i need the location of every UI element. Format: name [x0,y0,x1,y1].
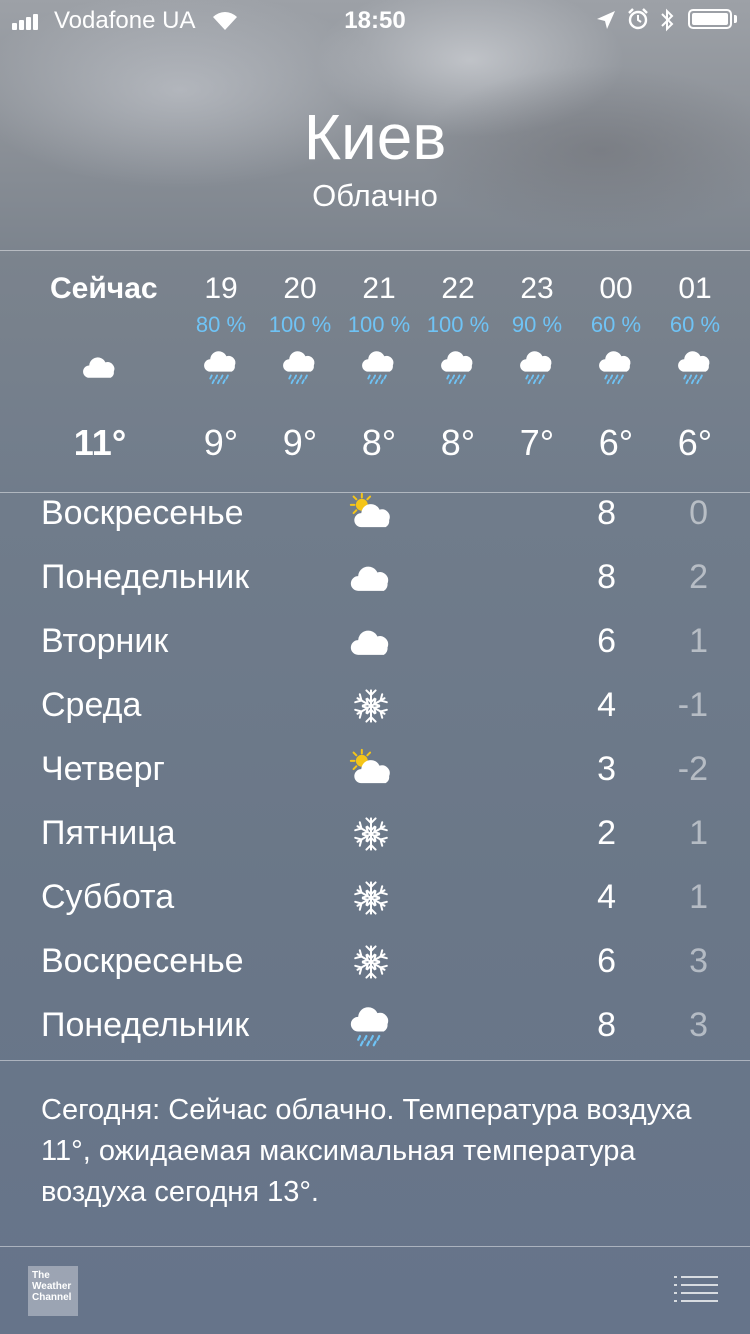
partly-sunny-icon [345,492,397,536]
battery-level [692,13,728,25]
rain-cloud-icon [517,347,557,387]
cloud-icon [80,347,120,387]
day-row: Четверг 3 -2 [0,738,750,802]
cloud-icon [345,556,397,600]
day-high-temp: 4 [597,686,616,724]
battery-tip [734,15,737,23]
day-low-temp: -2 [677,750,708,788]
day-high-temp: 6 [597,942,616,980]
day-row: Вторник 6 1 [0,610,750,674]
day-high-temp: 3 [597,750,616,788]
day-name: Вторник [41,622,169,660]
day-high-temp: 8 [597,1006,616,1044]
snowflake-icon [345,876,397,920]
partly-sunny-icon [345,748,397,792]
day-low-temp: -1 [677,686,708,724]
day-row: Суббота 4 1 [0,866,750,930]
hourly-forecast[interactable]: Сейчас 11° 19 80 % 9° 20 100 % 9° 21 100 % 8° 22 100… [0,252,750,492]
battery-icon [688,9,732,29]
day-high-temp: 6 [597,622,616,660]
logo-text: The Weather Channel [32,1270,72,1303]
hour-precip-chance: 60 % [669,312,721,337]
hour-temperature: 11° [73,422,127,463]
current-condition: Облачно [312,178,438,213]
day-high-temp: 2 [597,814,616,852]
day-high-temp: 8 [597,558,616,596]
divider-top [0,250,750,251]
list-icon[interactable] [674,1274,718,1304]
hour-temperature: 6° [677,422,713,463]
day-high-temp: 4 [597,878,616,916]
bluetooth-icon [661,8,674,32]
hour-label: 01 [678,272,712,305]
day-low-temp: 1 [689,622,708,660]
location-arrow-icon [597,11,615,29]
snowflake-icon [345,684,397,728]
day-name: Пятница [41,814,176,852]
forecast-summary: Сегодня: Сейчас облачно. Температура воз… [41,1094,692,1208]
day-name: Понедельник [41,1006,250,1044]
divider-daily [0,1060,750,1061]
snowflake-icon [345,812,397,856]
rain-cloud-icon [359,347,399,387]
day-low-temp: 3 [689,942,708,980]
day-name: Понедельник [41,558,250,596]
rain-cloud-icon [345,1004,397,1048]
day-row: Воскресенье 6 3 [0,930,750,994]
hour-label: Сейчас [50,272,158,305]
day-name: Воскресенье [41,942,244,980]
day-low-temp: 2 [689,558,708,596]
divider-bottom [0,1246,750,1247]
rain-cloud-icon [675,347,715,387]
rain-cloud-icon [438,347,478,387]
day-row: Понедельник 8 2 [0,546,750,610]
day-row: Воскресенье 8 0 [0,482,750,546]
rain-cloud-icon [201,347,241,387]
day-low-temp: 1 [689,814,708,852]
weather-channel-logo[interactable]: The Weather Channel [28,1266,78,1316]
day-low-temp: 1 [689,878,708,916]
snowflake-icon [345,940,397,984]
day-row: Понедельник 8 3 [0,994,750,1058]
day-row: Пятница 2 1 [0,802,750,866]
day-high-temp: 8 [597,494,616,532]
day-low-temp: 3 [689,1006,708,1044]
cloud-icon [345,620,397,664]
day-name: Среда [41,686,142,724]
day-row: Среда 4 -1 [0,674,750,738]
city-name: Киев [303,101,447,173]
rain-cloud-icon [596,347,636,387]
rain-cloud-icon [280,347,320,387]
day-name: Суббота [41,878,175,916]
status-bar: Vodafone UA 18:50 [0,0,750,40]
day-low-temp: 0 [689,494,708,532]
day-name: Четверг [41,750,165,788]
day-name: Воскресенье [41,494,244,532]
alarm-icon [628,8,648,30]
